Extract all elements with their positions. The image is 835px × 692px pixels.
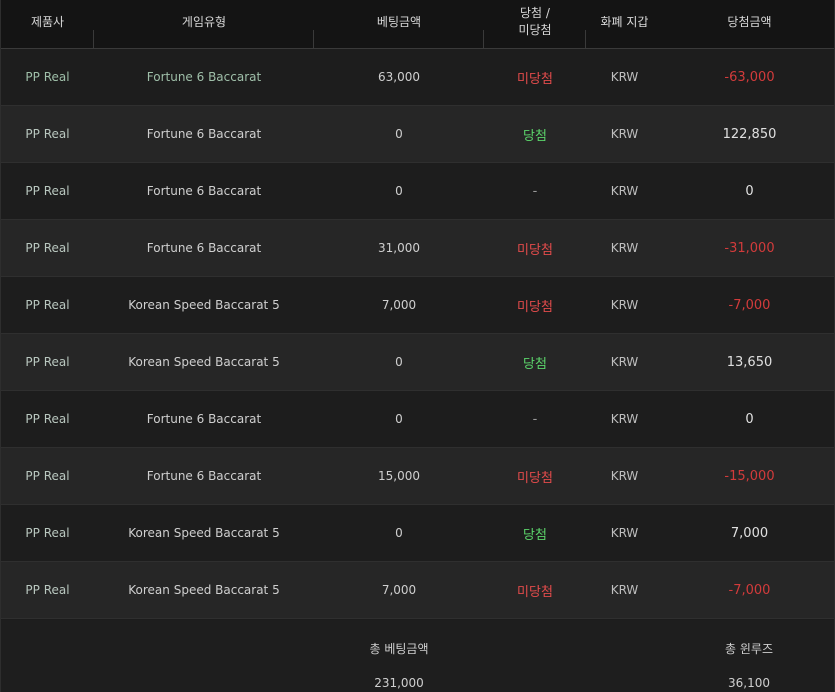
cell-game: Korean Speed Baccarat 5	[128, 526, 280, 540]
cell-currency: KRW	[610, 412, 639, 426]
header-provider: 제품사	[1, 0, 94, 48]
total-winloss-value: 36,100	[728, 676, 770, 690]
cell-provider: PP Real	[25, 526, 70, 540]
header-bet-amount: 베팅금액	[314, 0, 484, 48]
cell-win-amount: 7,000	[730, 525, 769, 541]
cell-win-amount: 0	[745, 411, 754, 427]
cell-bet: 7,000	[381, 298, 417, 312]
cell-game: Fortune 6 Baccarat	[146, 127, 262, 141]
header-result-line2: 미당첨	[518, 23, 552, 37]
cell-currency: KRW	[610, 355, 639, 369]
cell-provider: PP Real	[25, 184, 70, 198]
cell-bet: 31,000	[378, 241, 420, 255]
cell-currency: KRW	[610, 526, 639, 540]
cell-currency: KRW	[610, 583, 639, 597]
cell-result: 당첨	[523, 356, 547, 372]
header-currency: 화폐 지갑	[600, 15, 649, 29]
table-header: 제품사 게임유형 베팅금액 당첨 / 미당첨 화폐 지갑 당첨금액	[1, 0, 834, 49]
cell-win-amount: -63,000	[724, 69, 775, 85]
table-row: PP Real Fortune 6 Baccarat 63,000 미당첨 KR…	[1, 49, 834, 106]
cell-game: Fortune 6 Baccarat	[146, 469, 262, 483]
table-row: PP Real Fortune 6 Baccarat 15,000 미당첨 KR…	[1, 448, 834, 505]
table-row: PP Real Fortune 6 Baccarat 31,000 미당첨 KR…	[1, 220, 834, 277]
cell-bet: 7,000	[381, 583, 417, 597]
cell-currency: KRW	[610, 70, 639, 84]
cell-currency: KRW	[610, 127, 639, 141]
cell-provider: PP Real	[25, 355, 70, 369]
cell-win-amount: -7,000	[728, 297, 771, 313]
table-row: PP Real Fortune 6 Baccarat 0 당첨 KRW 122,…	[1, 106, 834, 163]
cell-game: Fortune 6 Baccarat	[146, 412, 262, 426]
cell-provider: PP Real	[25, 412, 70, 426]
cell-game: Korean Speed Baccarat 5	[128, 298, 280, 312]
bet-history-table: 제품사 게임유형 베팅금액 당첨 / 미당첨 화폐 지갑 당첨금액 PP Rea…	[0, 0, 835, 692]
cell-result: -	[532, 183, 538, 199]
cell-provider: PP Real	[25, 298, 70, 312]
cell-result: 미당첨	[517, 71, 553, 87]
cell-bet: 0	[395, 526, 403, 540]
cell-game: Fortune 6 Baccarat	[146, 70, 262, 84]
cell-game: Korean Speed Baccarat 5	[128, 355, 280, 369]
cell-result: -	[532, 411, 538, 427]
header-game-type: 게임유형	[94, 0, 314, 48]
cell-win-amount: 122,850	[722, 126, 777, 142]
cell-currency: KRW	[610, 241, 639, 255]
table-row: PP Real Korean Speed Baccarat 5 7,000 미당…	[1, 277, 834, 334]
cell-provider: PP Real	[25, 127, 70, 141]
cell-game: Fortune 6 Baccarat	[146, 184, 262, 198]
header-result: 당첨 / 미당첨	[484, 0, 586, 48]
cell-result: 당첨	[523, 128, 547, 144]
total-bet-label: 총 베팅금액	[369, 642, 429, 656]
cell-bet: 63,000	[378, 70, 420, 84]
total-bet-value: 231,000	[374, 676, 424, 690]
cell-game: Korean Speed Baccarat 5	[128, 583, 280, 597]
cell-currency: KRW	[610, 184, 639, 198]
table-row: PP Real Korean Speed Baccarat 5 7,000 미당…	[1, 562, 834, 619]
cell-currency: KRW	[610, 469, 639, 483]
cell-bet: 0	[395, 127, 403, 141]
header-result-line1: 당첨 /	[520, 6, 550, 20]
cell-provider: PP Real	[25, 469, 70, 483]
cell-win-amount: -7,000	[728, 582, 771, 598]
cell-bet: 0	[395, 412, 403, 426]
cell-game: Fortune 6 Baccarat	[146, 241, 262, 255]
total-winloss-label: 총 윈루즈	[725, 642, 773, 656]
table-row: PP Real Fortune 6 Baccarat 0 - KRW 0	[1, 163, 834, 220]
cell-result: 당첨	[523, 527, 547, 543]
cell-result: 미당첨	[517, 470, 553, 486]
cell-result: 미당첨	[517, 584, 553, 600]
cell-win-amount: -31,000	[724, 240, 775, 256]
table-row: PP Real Korean Speed Baccarat 5 0 당첨 KRW…	[1, 505, 834, 562]
cell-currency: KRW	[610, 298, 639, 312]
table-body: PP Real Fortune 6 Baccarat 63,000 미당첨 KR…	[1, 49, 834, 619]
cell-provider: PP Real	[25, 241, 70, 255]
table-row: PP Real Fortune 6 Baccarat 0 - KRW 0	[1, 391, 834, 448]
cell-win-amount: 0	[745, 183, 754, 199]
cell-result: 미당첨	[517, 242, 553, 258]
cell-result: 미당첨	[517, 299, 553, 315]
cell-provider: PP Real	[25, 583, 70, 597]
table-row: PP Real Korean Speed Baccarat 5 0 당첨 KRW…	[1, 334, 834, 391]
table-footer-summary: 총 베팅금액 231,000 총 윈루즈 36,100	[1, 620, 834, 692]
cell-bet: 15,000	[378, 469, 420, 483]
cell-bet: 0	[395, 184, 403, 198]
cell-win-amount: -15,000	[724, 468, 775, 484]
cell-provider: PP Real	[25, 70, 70, 84]
cell-bet: 0	[395, 355, 403, 369]
cell-win-amount: 13,650	[726, 354, 773, 370]
header-win-amount: 당첨금액	[727, 15, 772, 29]
